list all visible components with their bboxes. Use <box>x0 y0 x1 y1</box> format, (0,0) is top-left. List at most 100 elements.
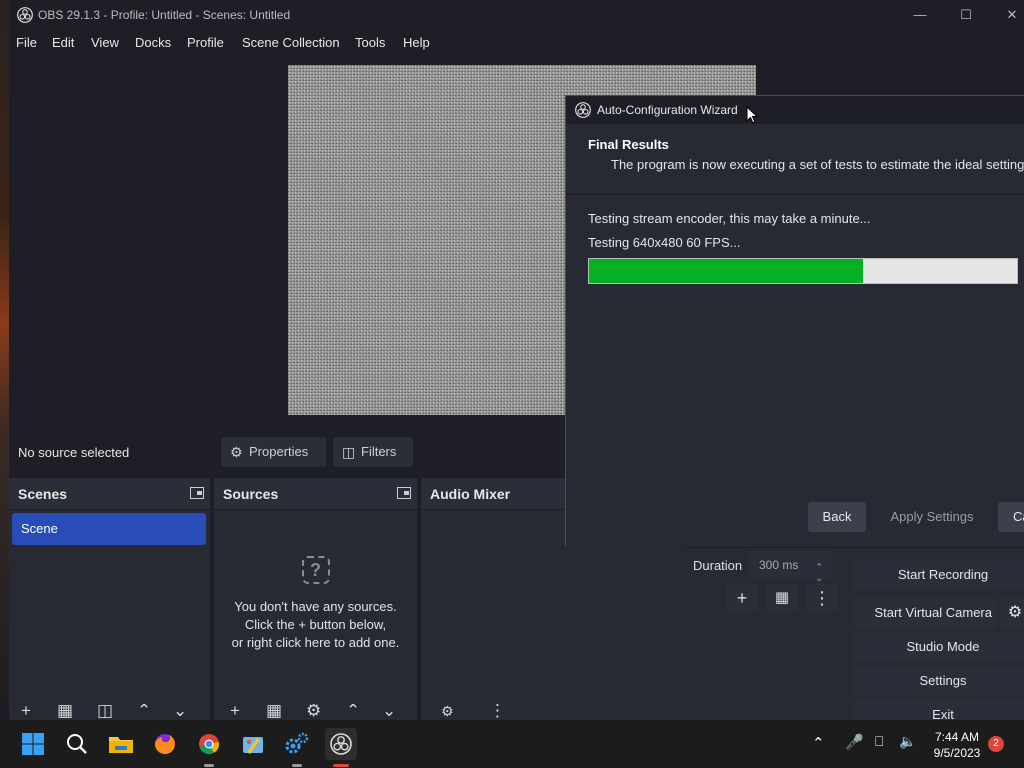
empty-line-2: Click the + button below, <box>244 617 387 632</box>
filters-label: Filters <box>361 444 397 459</box>
more-options-icon[interactable]: ⋮ <box>489 704 506 720</box>
wizard-heading: Final Results <box>588 137 669 152</box>
sources-empty-state[interactable]: ? You don't have any sources. Click the … <box>214 556 417 652</box>
duration-label: Duration <box>693 558 743 573</box>
controls-dock: Start Recording Start Virtual Camera ⚙ S… <box>847 548 1024 730</box>
show-hidden-icons-chevron-icon[interactable]: ⌃ <box>812 734 825 752</box>
title-bar: OBS 29.1.3 - Profile: Untitled - Scenes:… <box>9 0 1024 30</box>
filter-icon: ◫ <box>342 444 356 460</box>
empty-line-3: or right click here to add one. <box>231 635 400 650</box>
trash-icon: ▦ <box>774 589 790 606</box>
filter-icon[interactable]: ◫ <box>97 704 113 720</box>
windows-start-icon[interactable] <box>17 728 49 760</box>
scenes-dock-toolbar: + ▦ ◫ ⌃ ⌄ <box>9 704 210 720</box>
windows-taskbar: ⌃ 🎤 ⎕ 🔈 7:44 AM 9/5/2023 2 <box>0 720 1024 768</box>
test-status-line: Testing stream encoder, this may take a … <box>588 211 871 226</box>
clock-date: 9/5/2023 <box>933 746 981 760</box>
window-title: OBS 29.1.3 - Profile: Untitled - Scenes:… <box>38 8 291 22</box>
add-icon[interactable]: + <box>230 704 240 720</box>
obs-logo-icon <box>575 102 591 118</box>
move-down-icon[interactable]: ⌄ <box>173 704 187 720</box>
mouse-cursor-icon <box>746 106 758 124</box>
question-icon: ? <box>301 556 330 584</box>
settings-running-indicator <box>292 764 302 767</box>
chrome-icon[interactable] <box>193 728 225 760</box>
move-up-icon[interactable]: ⌃ <box>346 704 360 720</box>
system-clock[interactable]: 7:44 AM 9/5/2023 <box>930 729 984 761</box>
properties-label: Properties <box>249 444 309 459</box>
paint-icon[interactable] <box>237 728 269 760</box>
network-icon[interactable]: ⎕ <box>875 733 883 750</box>
scenes-title: Scenes <box>18 486 68 502</box>
gear-icon[interactable]: ⚙ <box>306 704 321 720</box>
menu-docks[interactable]: Docks <box>135 35 171 50</box>
sources-dock-toolbar: + ▦ ⚙ ⌃ ⌄ <box>214 704 417 720</box>
sources-dock-header: Sources <box>214 478 417 510</box>
settings-button[interactable]: Settings <box>853 666 1024 696</box>
duration-spinbox[interactable]: 300 ms ⌃ ⌄ <box>749 551 831 583</box>
back-button[interactable]: Back <box>808 502 866 532</box>
advanced-audio-gear-icon[interactable]: ⚙ <box>441 704 454 720</box>
desktop-background <box>0 0 9 720</box>
start-virtual-camera-label: Start Virtual Camera <box>874 605 992 620</box>
audio-mixer-title: Audio Mixer <box>430 486 511 502</box>
chrome-running-indicator <box>204 764 214 767</box>
move-up-icon[interactable]: ⌃ <box>137 704 151 720</box>
scenes-dock: Scenes Scene + ▦ ◫ ⌃ ⌄ <box>9 478 210 720</box>
menu-tools[interactable]: Tools <box>355 35 385 50</box>
volume-icon[interactable]: 🔈 <box>899 733 916 750</box>
undock-icon[interactable] <box>190 487 204 499</box>
menu-scene-collection[interactable]: Scene Collection <box>242 35 340 50</box>
file-explorer-icon[interactable] <box>105 728 137 760</box>
notification-badge[interactable]: 2 <box>988 736 1004 752</box>
obs-active-indicator <box>333 764 349 767</box>
duration-value: 300 ms <box>759 558 799 572</box>
scene-list-item[interactable]: Scene <box>12 513 206 545</box>
properties-button[interactable]: ⚙ Properties <box>221 437 326 467</box>
test-progress-bar <box>588 258 1018 284</box>
trash-icon[interactable]: ▦ <box>57 704 73 720</box>
search-icon[interactable] <box>61 728 93 760</box>
test-detail-line: Testing 640x480 60 FPS... <box>588 235 741 250</box>
firefox-icon[interactable] <box>149 728 181 760</box>
virtual-camera-settings-button[interactable]: ⚙ <box>1000 598 1024 628</box>
filters-button[interactable]: ◫ Filters <box>333 437 413 467</box>
auto-configuration-wizard-dialog: Auto-Configuration Wizard Final Results … <box>565 95 1024 547</box>
obs-logo-icon <box>17 7 33 23</box>
wizard-body: Testing stream encoder, this may take a … <box>566 194 1024 484</box>
studio-mode-button[interactable]: Studio Mode <box>853 632 1024 662</box>
transition-properties-button[interactable]: ⋮ <box>806 584 838 612</box>
menu-edit[interactable]: Edit <box>52 35 74 50</box>
wizard-header: Final Results The program is now executi… <box>566 124 1024 194</box>
no-source-label: No source selected <box>18 445 130 460</box>
clock-time: 7:44 AM <box>934 730 980 744</box>
test-progress-fill <box>589 259 863 283</box>
minimize-icon[interactable]: — <box>905 6 935 24</box>
cancel-button[interactable]: Cancel <box>998 502 1024 532</box>
menu-file[interactable]: File <box>16 35 37 50</box>
wizard-title: Auto-Configuration Wizard <box>597 103 738 117</box>
add-icon[interactable]: + <box>21 704 31 720</box>
add-transition-button[interactable]: + <box>726 584 758 612</box>
microphone-icon[interactable]: 🎤 <box>845 733 864 751</box>
close-icon[interactable]: ✕ <box>997 6 1024 24</box>
sources-title: Sources <box>223 486 279 502</box>
empty-line-1: You don't have any sources. <box>234 599 397 614</box>
start-recording-button[interactable]: Start Recording <box>853 560 1024 590</box>
scenes-dock-header: Scenes <box>9 478 210 510</box>
wizard-title-bar[interactable]: Auto-Configuration Wizard <box>566 96 1024 124</box>
menu-profile[interactable]: Profile <box>187 35 224 50</box>
maximize-icon[interactable]: ☐ <box>951 6 981 24</box>
move-down-icon[interactable]: ⌄ <box>382 704 396 720</box>
trash-icon[interactable]: ▦ <box>266 704 282 720</box>
scene-transitions-dock: Duration 300 ms ⌃ ⌄ + ▦ ⋮ <box>685 548 847 720</box>
remove-transition-button[interactable]: ▦ <box>766 584 798 612</box>
apply-settings-button[interactable]: Apply Settings <box>878 502 986 532</box>
start-virtual-camera-button[interactable]: Start Virtual Camera <box>853 598 996 628</box>
menu-help[interactable]: Help <box>403 35 430 50</box>
settings-gears-icon[interactable] <box>281 728 313 760</box>
sources-dock: Sources ? You don't have any sources. Cl… <box>214 478 417 720</box>
undock-icon[interactable] <box>397 487 411 499</box>
menu-view[interactable]: View <box>91 35 119 50</box>
obs-icon[interactable] <box>325 728 357 760</box>
